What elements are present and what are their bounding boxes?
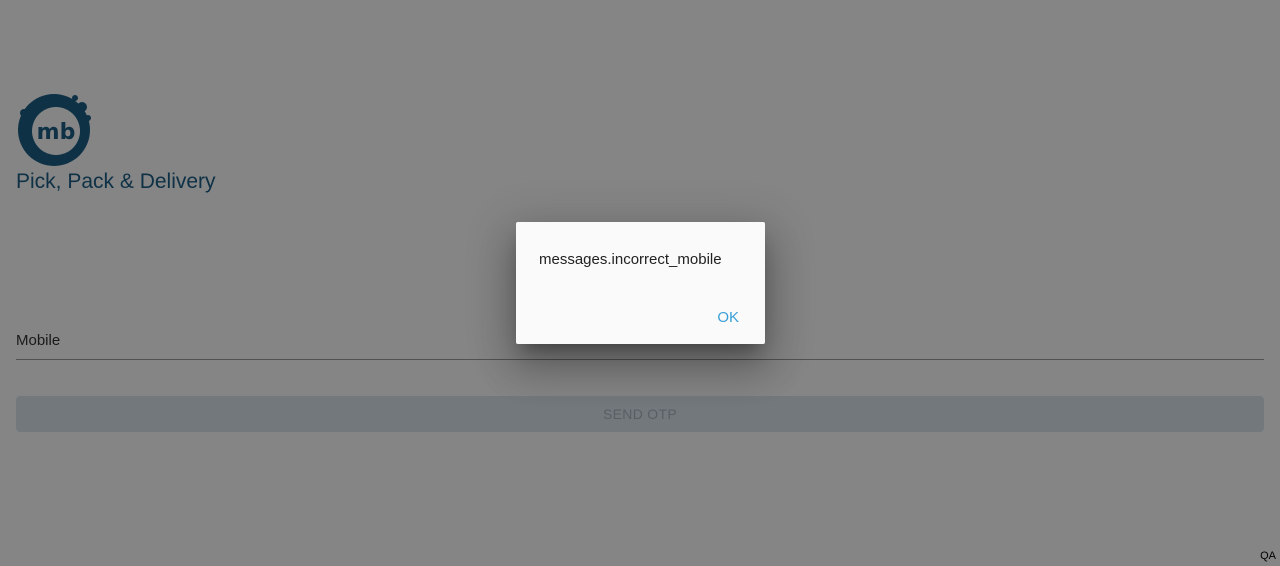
login-page: mb Pick, Pack & Delivery Mobile SEND OTP… [0,0,1280,566]
dialog-message: messages.incorrect_mobile [539,251,722,268]
alert-dialog: messages.incorrect_mobile OK [516,222,765,344]
ok-button[interactable]: OK [705,302,751,332]
environment-badge: QA [1260,550,1276,562]
